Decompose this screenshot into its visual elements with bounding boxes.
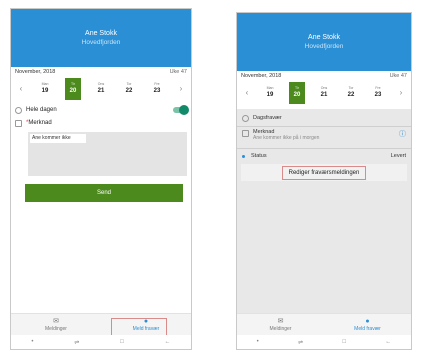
date-label: 23 bbox=[153, 88, 161, 94]
mail-icon: ✉ bbox=[277, 317, 284, 325]
edit-absence-button[interactable]: Rediger fraværsmeldingen bbox=[241, 164, 407, 181]
clock-icon bbox=[15, 106, 22, 114]
tab-messages[interactable]: ✉ Meldinger bbox=[11, 314, 101, 335]
day-21[interactable]: Ons 21 bbox=[93, 78, 109, 100]
system-nav-bar: • ⇌ □ ← bbox=[11, 335, 191, 349]
home-icon[interactable]: □ bbox=[342, 339, 346, 345]
allday-row: Hele dagen bbox=[11, 103, 191, 117]
info-icon[interactable]: ⓘ bbox=[399, 129, 406, 139]
status-label: Status bbox=[251, 153, 267, 159]
date-label: 20 bbox=[293, 92, 301, 98]
note-block: Merknad Ane kommer ikke på i morgen bbox=[253, 129, 319, 141]
day-19[interactable]: Man 19 bbox=[37, 78, 53, 100]
system-nav-bar: • ⇌ □ ← bbox=[237, 335, 411, 349]
chevron-left-icon[interactable]: ‹ bbox=[243, 88, 251, 97]
month-row: November, 2018 Uke 47 bbox=[237, 71, 411, 81]
status-value: Levert bbox=[390, 153, 406, 159]
bottom-tab-bar: ✉ Meldinger ● Meld fravær bbox=[237, 313, 411, 335]
tab-messages-label: Meldinger bbox=[269, 325, 292, 332]
week-label: Uke 47 bbox=[389, 73, 407, 79]
home-icon[interactable]: □ bbox=[120, 339, 124, 345]
dot-icon: • bbox=[256, 339, 259, 345]
allday-label: Hele dagen bbox=[26, 107, 57, 113]
date-label: 19 bbox=[41, 88, 49, 94]
day-22[interactable]: Tor 22 bbox=[121, 78, 137, 100]
day-picker: ‹ Man 19 Tir 20 Ons 21 Tor 22 Fre 23 › bbox=[237, 81, 411, 107]
edit-absence-label: Rediger fraværsmeldingen bbox=[281, 165, 367, 180]
week-label: Uke 47 bbox=[169, 69, 187, 75]
toggle-knob bbox=[179, 105, 189, 115]
day-picker: ‹ Man 19 Tir 20 Ons 21 Tor 22 Fre 23 › bbox=[11, 77, 191, 103]
divider bbox=[237, 148, 411, 149]
tab-messages[interactable]: ✉ Meldinger bbox=[237, 314, 324, 335]
note-icon bbox=[15, 119, 22, 127]
day-23[interactable]: Fre 23 bbox=[370, 82, 386, 104]
school-name: Hovedfjorden bbox=[304, 43, 344, 50]
report-icon: ● bbox=[365, 317, 370, 325]
chevron-left-icon[interactable]: ‹ bbox=[17, 84, 25, 93]
back-icon[interactable]: ← bbox=[385, 339, 391, 345]
tab-messages-label: Meldinger bbox=[45, 325, 67, 332]
note-icon bbox=[242, 130, 249, 137]
school-name: Hovedfjorden bbox=[81, 39, 121, 46]
day-21[interactable]: Ons 21 bbox=[316, 82, 332, 104]
note-row: Merknad Ane kommer ikke på i morgen ⓘ bbox=[237, 129, 411, 147]
date-label: 23 bbox=[374, 92, 382, 98]
month-row: November, 2018 Uke 47 bbox=[11, 67, 191, 77]
date-label: 21 bbox=[97, 88, 105, 94]
tab-report-absence[interactable]: ● Meld fravær bbox=[324, 314, 411, 335]
mail-icon: ✉ bbox=[53, 317, 59, 325]
note-row: * Merknad bbox=[11, 117, 191, 129]
status-row: Status Levert bbox=[237, 150, 411, 162]
month-label: November, 2018 bbox=[15, 69, 56, 75]
absence-type-row: Dagsfravær bbox=[237, 111, 411, 125]
date-label: 21 bbox=[320, 92, 328, 98]
divider bbox=[237, 126, 411, 127]
clock-icon bbox=[242, 114, 249, 122]
phone-screen-report-form: Ane Stokk Hovedfjorden November, 2018 Uk… bbox=[10, 8, 192, 350]
send-button[interactable]: Send bbox=[25, 184, 183, 202]
date-label: 20 bbox=[69, 88, 77, 94]
app-header: Ane Stokk Hovedfjorden bbox=[11, 9, 191, 67]
day-20-selected[interactable]: Tir 20 bbox=[65, 77, 81, 100]
recents-icon[interactable]: ⇌ bbox=[74, 339, 79, 346]
day-20-selected[interactable]: Tir 20 bbox=[289, 81, 305, 104]
day-23[interactable]: Fre 23 bbox=[149, 78, 165, 100]
date-label: 22 bbox=[347, 92, 355, 98]
student-name: Ane Stokk bbox=[308, 34, 340, 41]
day-22[interactable]: Tor 22 bbox=[343, 82, 359, 104]
app-header: Ane Stokk Hovedfjorden bbox=[237, 13, 411, 71]
day-19[interactable]: Man 19 bbox=[262, 82, 278, 104]
note-input[interactable]: Ane kommer ikke bbox=[30, 134, 86, 143]
tab-report-label: Meld fravær bbox=[354, 325, 381, 332]
month-label: November, 2018 bbox=[241, 73, 282, 79]
allday-toggle[interactable] bbox=[173, 105, 189, 115]
student-name: Ane Stokk bbox=[85, 30, 117, 37]
status-dot-icon bbox=[242, 154, 245, 158]
chevron-right-icon[interactable]: › bbox=[177, 84, 185, 93]
back-icon[interactable]: ← bbox=[165, 339, 171, 345]
date-label: 22 bbox=[125, 88, 133, 94]
absence-type: Dagsfravær bbox=[253, 115, 282, 121]
recents-icon[interactable]: ⇌ bbox=[298, 339, 303, 346]
date-label: 19 bbox=[266, 92, 274, 98]
phone-screen-report-status: Ane Stokk Hovedfjorden November, 2018 Uk… bbox=[236, 12, 412, 350]
note-label: Merknad bbox=[28, 120, 52, 126]
note-text: Ane kommer ikke på i morgen bbox=[253, 135, 320, 141]
note-textarea[interactable]: Ane kommer ikke bbox=[28, 132, 187, 176]
dot-icon: • bbox=[31, 339, 34, 345]
chevron-right-icon[interactable]: › bbox=[397, 88, 405, 97]
